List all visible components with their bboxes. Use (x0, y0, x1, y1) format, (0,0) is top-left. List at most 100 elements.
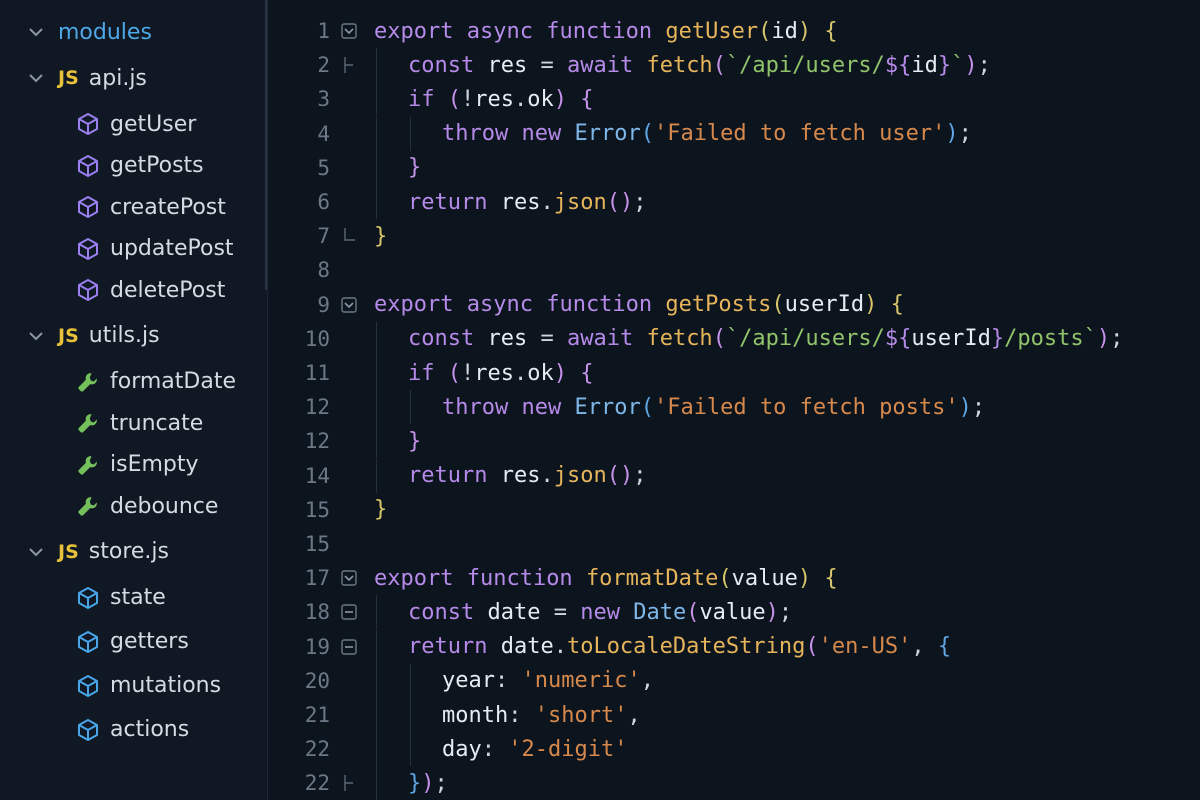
code-line[interactable]: 10 const res = await fetch(`/api/users/${… (268, 321, 1200, 356)
chevron-down-icon[interactable] (28, 544, 44, 560)
code-line[interactable]: 6 return res.json(); (268, 185, 1200, 219)
code-line[interactable]: 18 const date = new Date(value); (268, 595, 1200, 630)
code-line[interactable]: 20 year: 'numeric', (268, 663, 1200, 698)
code-line[interactable]: 11 if (!res.ok) { (268, 356, 1200, 390)
code-text: } (374, 224, 387, 249)
code-text: return res.json(); (408, 463, 646, 488)
indent-guide (376, 424, 377, 459)
outline-item-getPosts[interactable]: getPosts (0, 146, 267, 186)
line-number: 6 (317, 190, 330, 214)
code-token: month (442, 702, 509, 728)
code-line[interactable]: 9 export async function getPosts(userId) … (268, 288, 1200, 322)
indent-guide (376, 663, 377, 698)
code-line[interactable]: 12 throw new Error('Failed to fetch posts… (268, 390, 1200, 425)
ide-window: modules JS api.js getUser getPosts createPost… (0, 0, 1200, 800)
code-line[interactable]: 17 export function formatDate(value) { (268, 561, 1200, 595)
code-token: ; (778, 599, 793, 625)
code-line[interactable]: 1 export async function getUser(id) { (268, 14, 1200, 48)
chevron-down-icon[interactable] (28, 328, 44, 344)
outline-item-getUser[interactable]: getUser (0, 104, 267, 144)
outline-item-actions[interactable]: actions (0, 710, 267, 750)
code-token: date (500, 634, 554, 660)
indent-guide (410, 663, 411, 698)
code-editor[interactable]: 1 export async function getUser(id) {2 con… (268, 0, 1200, 800)
code-line[interactable]: 21 month: 'short', (268, 698, 1200, 732)
chevron-down-icon[interactable] (28, 70, 44, 86)
code-line[interactable]: 5} (268, 150, 1200, 185)
file-name: store.js (88, 539, 169, 564)
outline-item-truncate[interactable]: truncate (0, 403, 267, 443)
outline-item-deletePost[interactable]: deletePost (0, 270, 267, 310)
fold-collapsed-icon[interactable] (341, 604, 357, 621)
chevron-down-icon[interactable] (28, 24, 44, 40)
cube-icon (76, 630, 100, 654)
outline-item-debounce[interactable]: debounce (0, 486, 267, 526)
line-number: 20 (304, 668, 330, 693)
indent-guide (410, 116, 411, 151)
code-text: throw new Error('Failed to fetch user'); (442, 121, 972, 146)
fold-toggle-icon[interactable] (341, 570, 357, 586)
code-line[interactable]: 22}); (268, 766, 1200, 800)
code-text: year: 'numeric', (442, 668, 654, 693)
code-token: . (540, 189, 554, 215)
code-line[interactable]: 2 const res = await fetch(`/api/users/${i… (268, 48, 1200, 83)
code-token: ${ (884, 326, 912, 352)
code-token: } (408, 770, 422, 796)
code-token: : (481, 736, 509, 762)
outline-item-mutations[interactable]: mutations (0, 666, 267, 706)
code-line[interactable]: 8 (268, 253, 1200, 287)
code-text: return date.toLocaleDateString('en-US', … (408, 634, 951, 659)
code-line[interactable]: 14 return res.json(); (268, 458, 1200, 493)
code-line[interactable]: 7} (268, 219, 1200, 253)
code-line[interactable]: 19 return date.toLocaleDateString('en-US'… (268, 629, 1200, 664)
code-token: ) (1096, 326, 1111, 352)
code-line[interactable]: 15} (268, 493, 1200, 527)
code-token: , (640, 668, 654, 694)
cube-icon (76, 237, 100, 261)
code-token: export (374, 18, 467, 44)
code-token: if (408, 86, 448, 112)
code-token: , (911, 634, 938, 660)
code-line[interactable]: 12} (268, 424, 1200, 459)
outline-item-getters[interactable]: getters (0, 622, 267, 662)
code-token: if (408, 360, 448, 386)
line-number: 4 (317, 121, 330, 146)
fold-toggle-icon[interactable] (341, 23, 357, 39)
code-text: const res = await fetch(`/api/users/${us… (408, 326, 1123, 351)
code-line[interactable]: 4 throw new Error('Failed to fetch user')… (268, 116, 1200, 151)
code-token: `/api/users/ (725, 326, 885, 352)
outline-item-isEmpty[interactable]: isEmpty (0, 445, 267, 485)
outline-item-createPost[interactable]: createPost (0, 187, 267, 227)
tree-folder-modules[interactable]: modules (0, 12, 267, 52)
code-token: } (374, 497, 388, 523)
outline-item-updatePost[interactable]: updatePost (0, 229, 267, 269)
code-token: ok (527, 360, 554, 386)
code-text: if (!res.ok) { (408, 361, 594, 386)
code-token: = (553, 599, 581, 625)
outline-item-state[interactable]: state (0, 578, 267, 618)
indent-guide (376, 185, 377, 219)
outline-item-formatDate[interactable]: formatDate (0, 362, 267, 402)
code-token: res (487, 52, 541, 78)
line-number: 1 (317, 19, 330, 43)
outline-item-label: mutations (110, 673, 222, 698)
indent-guide (376, 48, 377, 83)
code-token: '2-digit' (508, 736, 628, 762)
code-text: day: '2-digit' (442, 737, 627, 762)
fold-toggle-icon[interactable] (341, 296, 357, 313)
fold-collapsed-icon[interactable] (341, 638, 357, 655)
tree-file-store-js[interactable]: JS store.js (0, 532, 267, 572)
tree-file-api-js[interactable]: JS api.js (0, 58, 267, 98)
code-line[interactable]: 22 day: '2-digit' (268, 732, 1200, 767)
code-line[interactable]: 15 (268, 527, 1200, 561)
tree-file-utils-js[interactable]: JS utils.js (0, 316, 267, 356)
code-text: if (!res.ok) { (408, 87, 594, 112)
code-line[interactable]: 3 if (!res.ok) { (268, 82, 1200, 117)
code-token: ; (434, 770, 448, 796)
code-token: function (546, 18, 666, 44)
code-token: . (553, 634, 567, 660)
code-token: . (514, 360, 528, 386)
line-number: 12 (304, 429, 330, 454)
code-text: const res = await fetch(`/api/users/${id… (408, 53, 991, 78)
